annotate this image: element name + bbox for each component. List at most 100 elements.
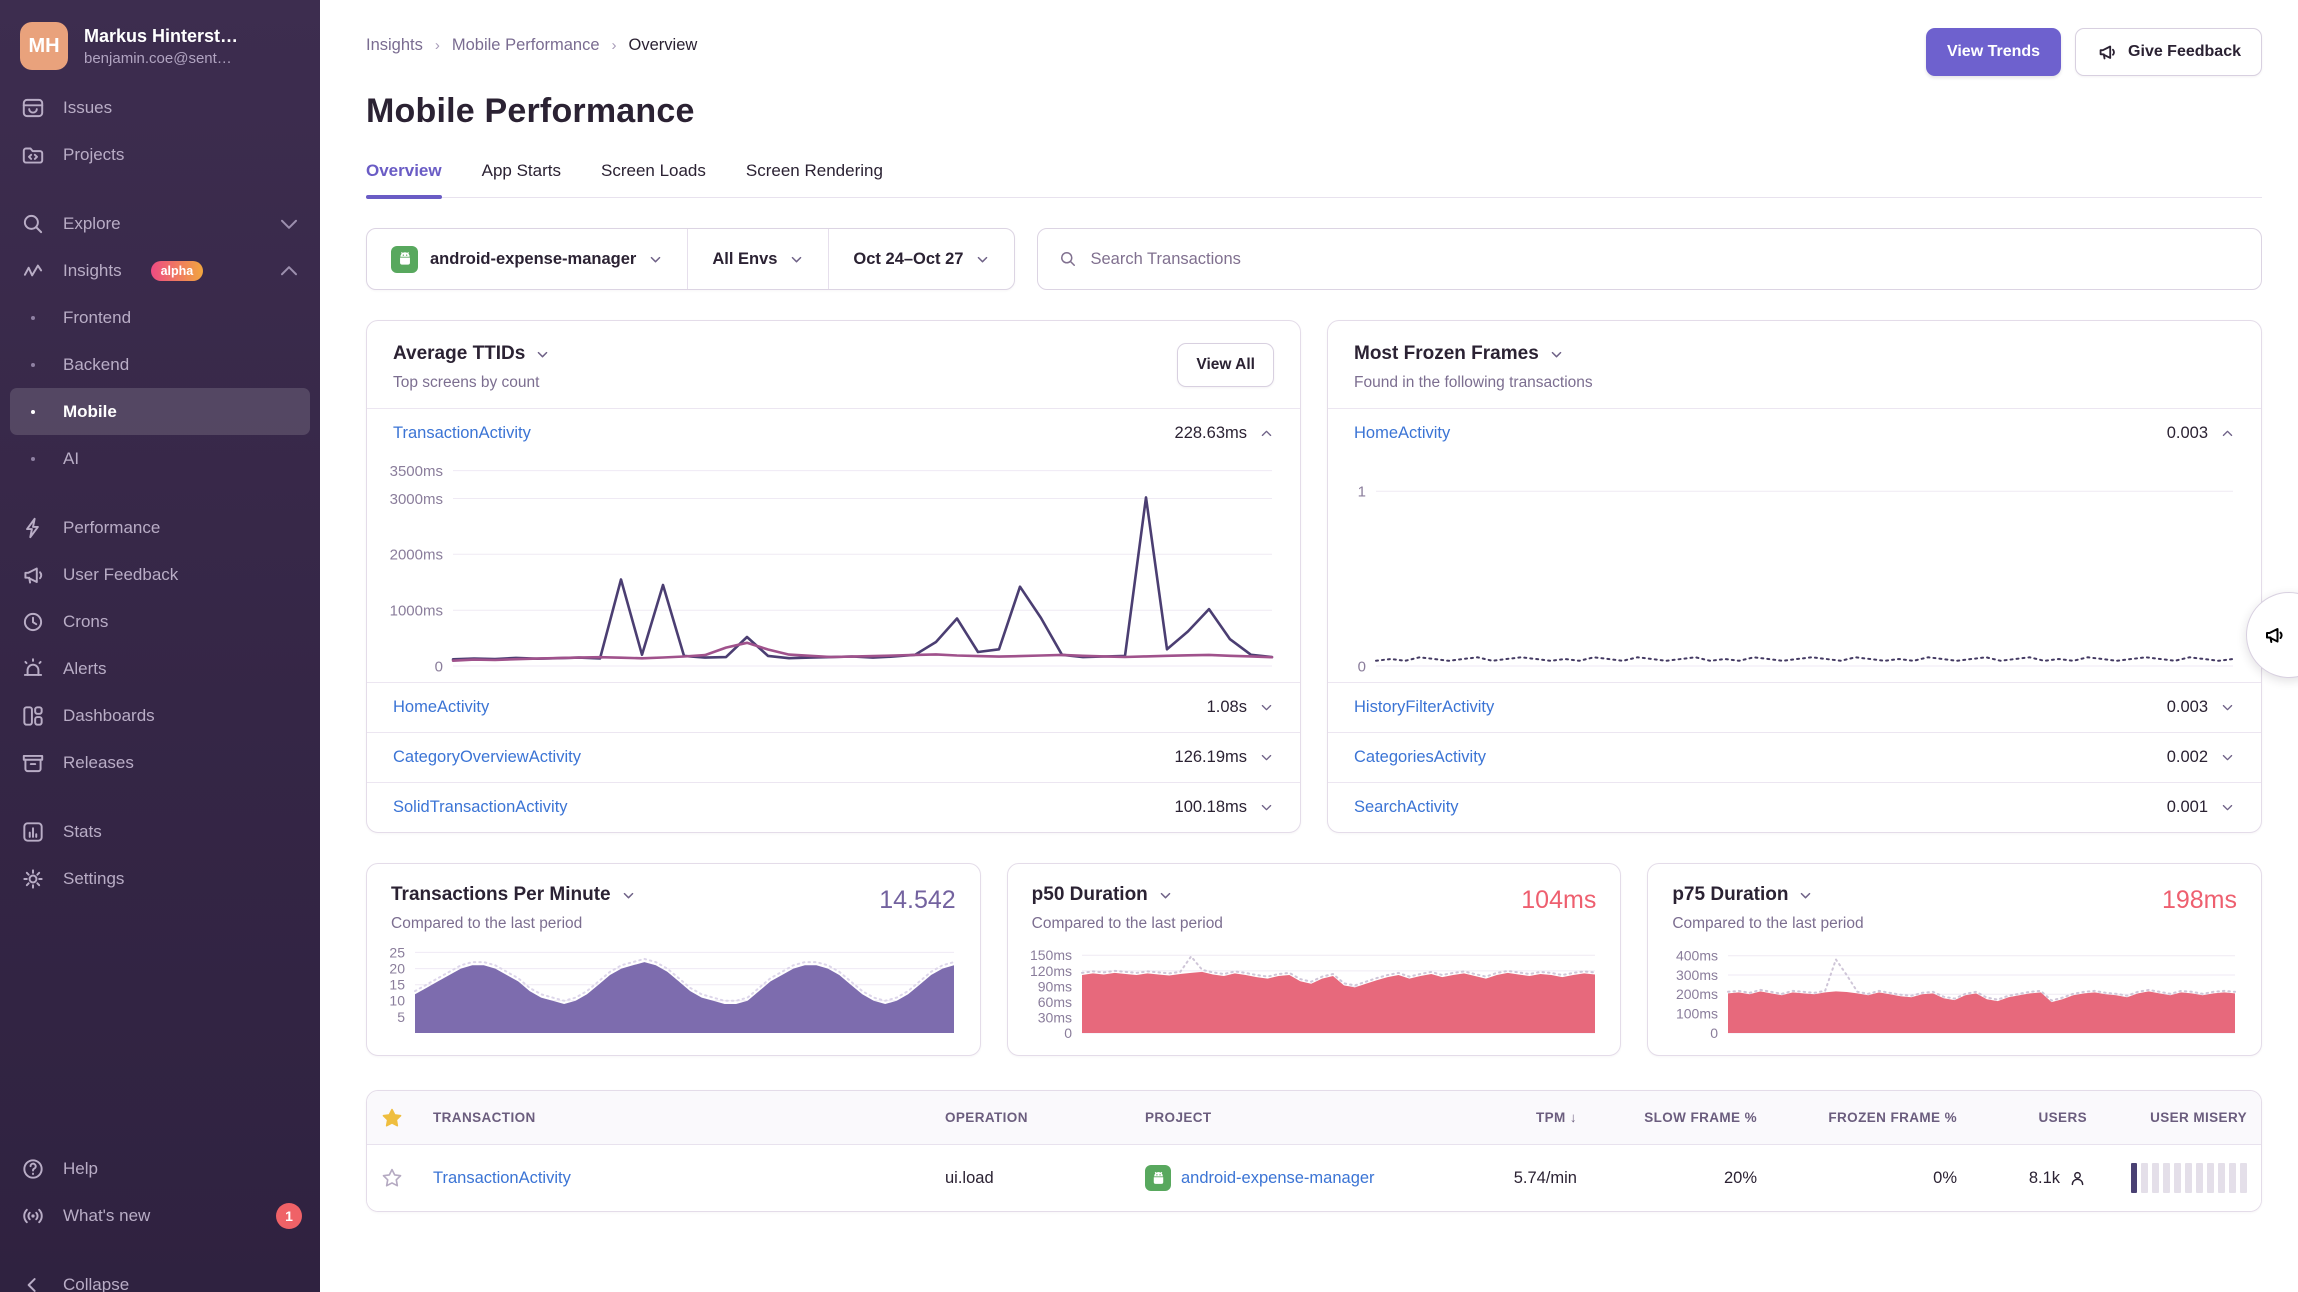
col-transaction[interactable]: TRANSACTION [419,1110,931,1125]
tab-screen-loads[interactable]: Screen Loads [601,161,706,197]
transaction-link[interactable]: HomeActivity [393,698,489,717]
ttid-row-solidtransactionactivity[interactable]: SolidTransactionActivity 100.18ms [367,782,1300,832]
sidebar-item-performance[interactable]: Performance [0,504,320,551]
star-outline-icon[interactable] [381,1167,403,1189]
sidebar-item-whats-new[interactable]: What's new 1 [0,1192,320,1239]
chevron-down-icon[interactable] [1158,888,1173,903]
sidebar-item-releases[interactable]: Releases [0,739,320,786]
give-feedback-button[interactable]: Give Feedback [2075,28,2262,76]
view-trends-button[interactable]: View Trends [1926,28,2061,76]
ttid-row-transactionactivity[interactable]: TransactionActivity 228.63ms [367,408,1300,458]
sidebar-item-mobile[interactable]: Mobile [10,388,310,435]
frozen-row-searchactivity[interactable]: SearchActivity 0.001 [1328,782,2261,832]
sidebar-item-settings[interactable]: Settings [0,855,320,902]
sidebar-item-crons[interactable]: Crons [0,598,320,645]
col-user-misery[interactable]: USER MISERY [2101,1110,2261,1125]
project-link[interactable]: android-expense-manager [1181,1169,1375,1188]
svg-text:150ms: 150ms [1030,947,1072,963]
breadcrumb-mobile-performance[interactable]: Mobile Performance [452,36,600,55]
ttid-row-homeactivity[interactable]: HomeActivity 1.08s [367,682,1300,732]
sidebar-item-user-feedback[interactable]: User Feedback [0,551,320,598]
sort-arrow-icon: ↓ [1570,1110,1577,1125]
card-subtitle: Compared to the last period [1032,915,1223,933]
sidebar-item-explore[interactable]: Explore [0,200,320,247]
star-icon[interactable] [381,1107,403,1129]
col-frozen-frame[interactable]: FROZEN FRAME % [1771,1110,1971,1125]
sidebar-item-backend[interactable]: Backend [0,341,320,388]
operation-cell: ui.load [931,1169,1131,1188]
environment-selector[interactable]: All Envs [687,229,828,289]
tpm-chart: 252015105 [377,941,956,1039]
transaction-link[interactable]: TransactionActivity [393,424,531,443]
gear-icon [20,866,46,892]
svg-text:20: 20 [389,961,405,977]
col-tpm[interactable]: TPM ↓ [1461,1110,1591,1125]
siren-icon [20,656,46,682]
svg-text:3500ms: 3500ms [390,463,443,480]
misery-bar [2196,1163,2203,1193]
sidebar-item-label: Projects [63,145,124,165]
ttid-value: 126.19ms [1175,748,1247,767]
transaction-link[interactable]: HistoryFilterActivity [1354,698,1494,717]
transaction-link[interactable]: TransactionActivity [433,1169,571,1187]
col-slow-frame[interactable]: SLOW FRAME % [1591,1110,1771,1125]
user-menu[interactable]: MH Markus Hinterst… benjamin.coe@sent… [0,0,320,84]
transaction-link[interactable]: CategoriesActivity [1354,748,1486,767]
transaction-link[interactable]: SolidTransactionActivity [393,798,568,817]
topbar: Insights › Mobile Performance › Overview… [366,28,2262,76]
chevron-down-icon[interactable] [1798,888,1813,903]
sidebar-item-issues[interactable]: Issues [0,84,320,131]
transaction-link[interactable]: HomeActivity [1354,424,1450,443]
frozen-row-historyfilteractivity[interactable]: HistoryFilterActivity 0.003 [1328,682,2261,732]
tab-app-starts[interactable]: App Starts [482,161,561,197]
sidebar-item-label: Stats [63,822,102,842]
breadcrumb-separator: › [435,37,440,54]
sidebar-item-alerts[interactable]: Alerts [0,645,320,692]
sidebar-item-insights[interactable]: Insights alpha [0,247,320,294]
bullet-icon [20,316,46,320]
sidebar-item-stats[interactable]: Stats [0,808,320,855]
chevron-up-icon [1259,426,1274,441]
chevron-up-icon [2220,426,2235,441]
tab-screen-rendering[interactable]: Screen Rendering [746,161,883,197]
sidebar-item-projects[interactable]: Projects [0,131,320,178]
sidebar-item-label: Collapse [63,1275,129,1292]
sidebar-nav: Issues Projects Explore Insights alpha F… [0,84,320,902]
col-operation[interactable]: OPERATION [931,1110,1131,1125]
date-range-selector[interactable]: Oct 24–Oct 27 [828,229,1014,289]
card-subtitle: Found in the following transactions [1354,374,1593,392]
sidebar-item-ai[interactable]: AI [0,435,320,482]
sidebar-item-label: Dashboards [63,706,155,726]
frozen-row-homeactivity[interactable]: HomeActivity 0.003 [1328,408,2261,458]
android-icon [391,246,418,273]
project-selector[interactable]: android-expense-manager [367,229,687,289]
chevron-down-icon [789,252,804,267]
svg-text:10: 10 [389,993,405,1009]
ttid-row-categoryoverviewactivity[interactable]: CategoryOverviewActivity 126.19ms [367,732,1300,782]
transaction-link[interactable]: CategoryOverviewActivity [393,748,581,767]
sidebar-item-dashboards[interactable]: Dashboards [0,692,320,739]
p75-chart: 400ms300ms200ms100ms0 [1658,941,2237,1039]
svg-text:0: 0 [435,658,443,672]
view-all-button[interactable]: View All [1177,343,1274,387]
svg-text:0: 0 [1711,1025,1719,1039]
tpm-cell: 5.74/min [1461,1169,1591,1188]
sidebar-item-frontend[interactable]: Frontend [0,294,320,341]
svg-text:2000ms: 2000ms [390,547,443,564]
chevron-down-icon[interactable] [535,347,550,362]
col-users[interactable]: USERS [1971,1110,2101,1125]
sidebar-item-collapse[interactable]: Collapse [0,1261,320,1292]
p50-chart: 150ms120ms90ms60ms30ms0 [1018,941,1597,1039]
transaction-link[interactable]: SearchActivity [1354,798,1459,817]
sidebar-item-help[interactable]: Help [0,1145,320,1192]
tab-overview[interactable]: Overview [366,161,442,197]
svg-text:15: 15 [389,977,405,993]
page-title: Mobile Performance [366,92,2262,131]
svg-text:300ms: 300ms [1676,967,1718,983]
chevron-down-icon[interactable] [1549,347,1564,362]
col-project[interactable]: PROJECT [1131,1110,1461,1125]
chevron-down-icon[interactable] [621,888,636,903]
frozen-row-categoriesactivity[interactable]: CategoriesActivity 0.002 [1328,732,2261,782]
breadcrumb-insights[interactable]: Insights [366,36,423,55]
search-transactions-input[interactable] [1090,250,2241,269]
